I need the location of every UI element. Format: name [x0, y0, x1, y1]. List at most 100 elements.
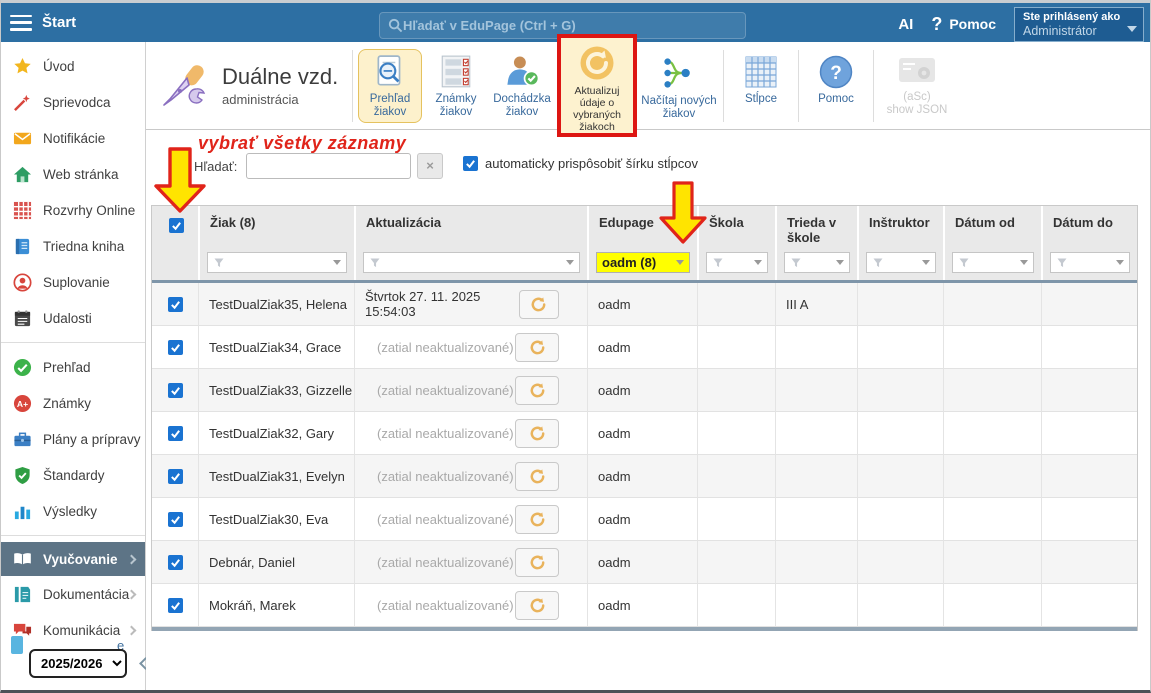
filter-dropdown-datum-od[interactable] [952, 252, 1034, 273]
student-name: TestDualZiak34, Grace [198, 326, 354, 369]
column-header-ziak[interactable]: Žiak (8) [198, 206, 354, 249]
student-name: TestDualZiak33, Gizzelle [198, 369, 354, 412]
timetable-grid-icon [13, 201, 32, 220]
main-area: Duálne vzd. administrácia Prehľad žiakov… [146, 42, 1151, 690]
row-checkbox[interactable] [168, 555, 183, 570]
sidebar-item-vysledky[interactable]: Výsledky [1, 493, 145, 529]
prehlad-ziakov-button[interactable]: Prehľad žiakov [358, 49, 422, 123]
column-header-datum-do[interactable]: Dátum do [1041, 206, 1137, 249]
update-cell: (zatial neaktualizované) [354, 412, 587, 455]
refresh-row-button[interactable] [515, 548, 559, 577]
table-search-input[interactable] [246, 153, 411, 179]
instruktor-cell [857, 584, 943, 627]
filter-dropdown-instruktor[interactable] [866, 252, 936, 273]
envelope-icon [13, 129, 32, 148]
update-cell: (zatial neaktualizované) [354, 541, 587, 584]
nacitaj-novych-ziakov-button[interactable]: Načítaj nových žiakov [640, 49, 718, 123]
sidebar-divider [1, 535, 145, 536]
grade-circle-icon: A+ [13, 394, 32, 413]
update-cell: Štvrtok 27. 11. 2025 15:54:03 [354, 283, 587, 326]
filter-dropdown-edupage-active[interactable]: oadm (8) [596, 252, 690, 273]
refresh-row-button[interactable] [515, 333, 559, 362]
refresh-row-button[interactable] [515, 376, 559, 405]
column-header-datum-od[interactable]: Dátum od [943, 206, 1041, 249]
column-header-trieda[interactable]: Trieda v škole [775, 206, 857, 249]
sidebar-item-znamky[interactable]: A+ Známky [1, 385, 145, 421]
shield-check-icon [13, 466, 32, 485]
row-checkbox[interactable] [168, 512, 183, 527]
filter-dropdown-datum-do[interactable] [1050, 252, 1130, 273]
row-checkbox[interactable] [168, 598, 183, 613]
asc-show-json-button[interactable]: (aSc) show JSON [879, 49, 955, 123]
search-input[interactable] [403, 18, 737, 33]
filter-dropdown-ziak[interactable] [207, 252, 347, 273]
sidebar-item-standardy[interactable]: Štandardy [1, 457, 145, 493]
ai-button[interactable]: AI [898, 16, 913, 33]
attendance-person-icon [504, 54, 540, 90]
table-row: Mokráň, Marek (zatial neaktualizované) o… [152, 584, 1137, 627]
module-subtitle: administrácia [222, 92, 338, 107]
znamky-ziakov-button[interactable]: Známky žiakov [424, 49, 488, 123]
sidebar-item-plany[interactable]: Plány a prípravy [1, 421, 145, 457]
refresh-row-button[interactable] [515, 505, 559, 534]
autofit-checkbox[interactable] [463, 156, 478, 171]
chevron-down-icon [333, 260, 341, 265]
filter-dropdown-trieda[interactable] [784, 252, 850, 273]
column-header-skola[interactable]: Škola [697, 206, 775, 249]
sidebar-item-suplovanie[interactable]: Suplovanie [1, 264, 145, 300]
trieda-cell [775, 541, 857, 584]
toolbar-divider [352, 50, 353, 122]
trieda-cell [775, 412, 857, 455]
column-header-instruktor[interactable]: Inštruktor [857, 206, 943, 249]
user-menu[interactable]: Ste prihlásený ako Administrátor [1014, 7, 1144, 42]
check-icon [170, 514, 181, 525]
trieda-cell [775, 326, 857, 369]
refresh-icon [528, 467, 547, 486]
partial-icon [11, 636, 23, 654]
table-row: TestDualZiak30, Eva (zatial neaktualizov… [152, 498, 1137, 541]
sidebar-item-dokumentacia[interactable]: Dokumentácia [1, 576, 145, 612]
school-year-select[interactable]: 2025/2026 [29, 649, 127, 678]
start-menu-button[interactable]: Štart [42, 14, 76, 31]
refresh-row-button[interactable] [515, 462, 559, 491]
sidebar-item-rozvrhy[interactable]: Rozvrhy Online [1, 192, 145, 228]
refresh-row-button[interactable] [515, 591, 559, 620]
sidebar-item-uvod[interactable]: Úvod [1, 48, 145, 84]
row-checkbox[interactable] [168, 426, 183, 441]
hamburger-menu-icon[interactable] [10, 15, 32, 31]
sidebar-item-vyucovanie[interactable]: Vyučovanie [1, 542, 145, 576]
refresh-row-button[interactable] [515, 419, 559, 448]
sidebar-item-notifikacie[interactable]: Notifikácie [1, 120, 145, 156]
row-checkbox[interactable] [168, 340, 183, 355]
refresh-circle-icon [577, 43, 617, 83]
svg-text:?: ? [830, 63, 842, 84]
aktualizuj-udaje-button-highlighted[interactable]: Aktualizuj údaje o vybraných žiakoch [557, 34, 637, 137]
refresh-row-button[interactable] [519, 290, 559, 319]
check-icon [170, 428, 181, 439]
chevron-down-icon [754, 260, 762, 265]
filter-dropdown-skola[interactable] [706, 252, 768, 273]
datum-do-cell [1041, 498, 1137, 541]
select-all-checkbox[interactable] [169, 218, 184, 233]
row-checkbox[interactable] [168, 383, 183, 398]
dochadzka-ziakov-button[interactable]: Dochádzka žiakov [490, 49, 554, 123]
sidebar-item-udalosti[interactable]: Udalosti [1, 300, 145, 336]
row-checkbox[interactable] [168, 297, 183, 312]
trieda-cell [775, 455, 857, 498]
signed-in-as-label: Ste prihlásený ako [1023, 11, 1127, 24]
sidebar-item-triedna-kniha[interactable]: Triedna kniha [1, 228, 145, 264]
filter-dropdown-aktualizacia[interactable] [363, 252, 580, 273]
horizontal-scrollbar[interactable] [152, 627, 1137, 631]
pomoc-button[interactable]: ? Pomoc [804, 49, 868, 123]
sidebar-item-prehlad[interactable]: Prehľad [1, 349, 145, 385]
stlpce-button[interactable]: Stĺpce [729, 49, 793, 123]
sidebar-item-web-stranka[interactable]: Web stránka [1, 156, 145, 192]
sidebar-item-sprievodca[interactable]: Sprievodca [1, 84, 145, 120]
column-header-aktualizacia[interactable]: Aktualizácia [354, 206, 587, 249]
skola-cell [697, 584, 775, 627]
row-checkbox[interactable] [168, 469, 183, 484]
clear-filter-button[interactable]: × [417, 153, 443, 179]
skola-cell [697, 326, 775, 369]
autofit-label: automaticky prispôsobiť šírku stĺpcov [485, 156, 698, 171]
help-button[interactable]: ? Pomoc [931, 14, 996, 35]
